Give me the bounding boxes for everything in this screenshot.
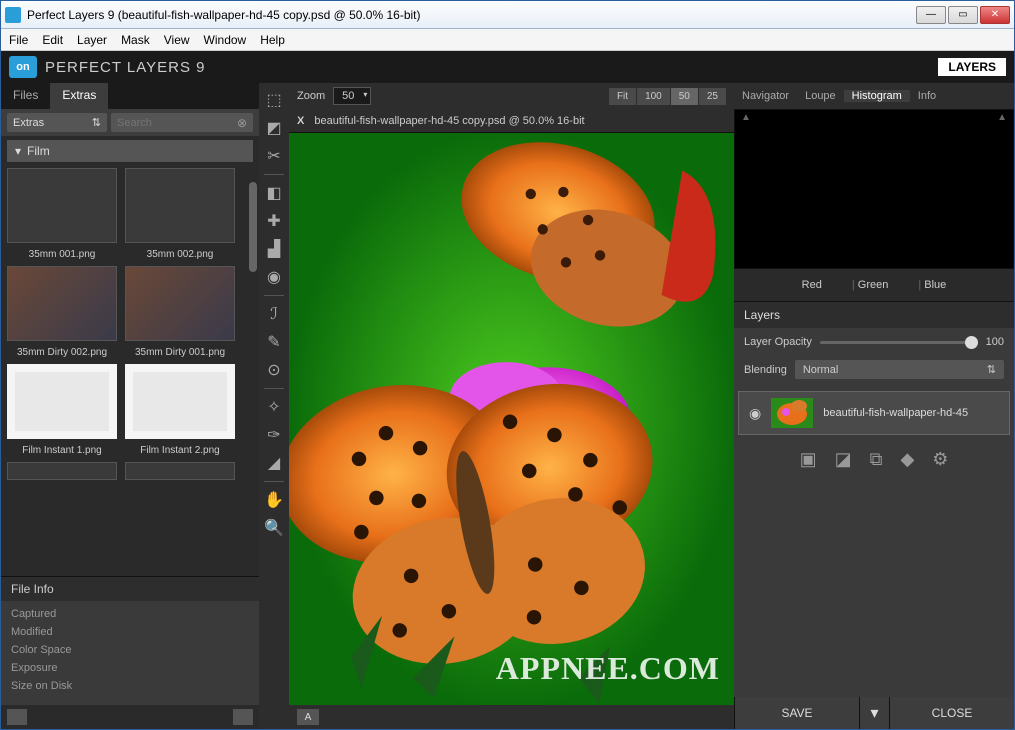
tab-loupe[interactable]: Loupe [797, 90, 844, 102]
blend-mode-dropdown[interactable]: Normal ⇅ [795, 360, 1004, 379]
transform-tool-icon[interactable]: ◩ [261, 115, 287, 141]
preset-thumb[interactable]: 35mm 001.png [7, 168, 117, 260]
channel-green[interactable]: Green [858, 279, 889, 291]
preset-thumb[interactable]: 35mm Dirty 002.png [7, 266, 117, 358]
layer-row[interactable]: ◉ beautiful-fish-wallpaper-hd-45 [738, 391, 1010, 435]
save-dropdown-icon[interactable]: ▾ [859, 697, 889, 729]
view-columns-icon[interactable] [7, 709, 27, 725]
menu-window[interactable]: Window [204, 33, 247, 47]
layers-module-button[interactable]: LAYERS [938, 58, 1006, 76]
chevron-updown-icon: ⇅ [92, 116, 101, 129]
brand-name: PERFECT LAYERS 9 [45, 59, 206, 76]
menu-mask[interactable]: Mask [121, 33, 150, 47]
zoom-label: Zoom [297, 90, 325, 102]
extras-dropdown-label: Extras [13, 117, 44, 129]
tab-files[interactable]: Files [1, 83, 50, 109]
layer-thumbnail [771, 398, 813, 428]
app-icon [5, 7, 21, 23]
scissors-tool-icon[interactable]: ✂ [261, 143, 287, 169]
window-title: Perfect Layers 9 (beautiful-fish-wallpap… [27, 8, 421, 22]
chevron-updown-icon: ⇅ [987, 363, 996, 376]
preset-thumb[interactable] [7, 462, 117, 480]
gear-icon[interactable]: ⚙ [932, 449, 948, 470]
hand-tool-icon[interactable]: ✋ [261, 487, 287, 513]
heal-tool-icon[interactable]: ✚ [261, 208, 287, 234]
search-input[interactable] [117, 117, 237, 129]
preset-thumb[interactable]: Film Instant 2.png [125, 364, 235, 456]
menu-view[interactable]: View [164, 33, 190, 47]
zoom-25-button[interactable]: 25 [699, 88, 726, 105]
preset-thumb[interactable]: 35mm Dirty 001.png [125, 266, 235, 358]
zoom-fit-button[interactable]: Fit [609, 88, 636, 105]
ab-compare-button[interactable]: A [297, 709, 319, 725]
extras-dropdown[interactable]: Extras ⇅ [7, 113, 107, 132]
tab-extras[interactable]: Extras [50, 83, 108, 109]
chevron-down-icon: ▾ [363, 90, 367, 99]
tab-info[interactable]: Info [910, 90, 944, 102]
channel-blue[interactable]: Blue [924, 279, 946, 291]
file-info-colorspace: Color Space [11, 641, 249, 659]
wand-tool-icon[interactable]: ✧ [261, 394, 287, 420]
zoom-50-button[interactable]: 50 [671, 88, 698, 105]
stamp-tool-icon[interactable]: ▟ [261, 236, 287, 262]
opacity-slider[interactable] [820, 341, 978, 344]
channel-red[interactable]: Red [802, 279, 822, 291]
scrollbar[interactable] [249, 182, 257, 272]
crop-tool-icon[interactable]: ⬚ [261, 87, 287, 113]
eraser-tool-icon[interactable]: ◧ [261, 180, 287, 206]
preset-thumb[interactable]: 35mm 002.png [125, 168, 235, 260]
paint-tool-icon[interactable]: ✎ [261, 329, 287, 355]
gradient-tool-icon[interactable]: ◢ [261, 450, 287, 476]
duplicate-layer-icon[interactable]: ◪ [835, 449, 852, 470]
histogram-preview: ▲▲ [734, 109, 1014, 269]
clear-search-icon[interactable]: ⊗ [237, 116, 247, 130]
blend-label: Blending [744, 364, 787, 376]
close-window-button[interactable]: ✕ [980, 6, 1010, 24]
close-document-icon[interactable]: X [297, 115, 304, 127]
menu-layer[interactable]: Layer [77, 33, 107, 47]
canvas[interactable]: APPNEE.COM [289, 133, 734, 705]
menu-edit[interactable]: Edit [42, 33, 63, 47]
eye-tool-icon[interactable]: ◉ [261, 264, 287, 290]
opacity-value: 100 [986, 336, 1004, 348]
new-layer-icon[interactable]: ▣ [800, 449, 817, 470]
menu-bar: File Edit Layer Mask View Window Help [1, 29, 1014, 51]
section-film-label: Film [27, 144, 50, 158]
fill-layer-icon[interactable]: ◆ [900, 449, 914, 470]
document-tab-name[interactable]: beautiful-fish-wallpaper-hd-45 copy.psd … [314, 115, 584, 127]
tab-navigator[interactable]: Navigator [734, 90, 797, 102]
preset-thumb[interactable]: Film Instant 1.png [7, 364, 117, 456]
save-button[interactable]: SAVE [734, 697, 859, 729]
file-info-captured: Captured [11, 605, 249, 623]
zoom-100-button[interactable]: 100 [637, 88, 670, 105]
layer-name: beautiful-fish-wallpaper-hd-45 [823, 407, 968, 419]
layer-visibility-icon[interactable]: ◉ [749, 405, 761, 422]
zoom-value-dropdown[interactable]: 50 ▾ [333, 87, 371, 105]
menu-file[interactable]: File [9, 33, 28, 47]
section-film-header[interactable]: ▾ Film [7, 140, 253, 162]
file-info-header: File Info [1, 577, 259, 601]
menu-help[interactable]: Help [260, 33, 285, 47]
preset-thumb[interactable] [125, 462, 235, 480]
lasso-tool-icon[interactable]: ⊙ [261, 357, 287, 383]
minimize-button[interactable]: — [916, 6, 946, 24]
file-info-exposure: Exposure [11, 659, 249, 677]
chevron-down-icon: ▾ [15, 144, 21, 158]
file-info-modified: Modified [11, 623, 249, 641]
maximize-button[interactable]: ▭ [948, 6, 978, 24]
file-info-size: Size on Disk [11, 677, 249, 695]
clip-shadow-icon[interactable]: ▲ [741, 112, 751, 123]
watermark: APPNEE.COM [496, 650, 720, 687]
pen-tool-icon[interactable]: ✑ [261, 422, 287, 448]
close-button[interactable]: CLOSE [889, 697, 1014, 729]
clip-highlight-icon[interactable]: ▲ [997, 112, 1007, 123]
brand-logo: on [9, 56, 37, 78]
opacity-label: Layer Opacity [744, 336, 812, 348]
zoom-tool-icon[interactable]: 🔍 [261, 515, 287, 541]
tab-histogram[interactable]: Histogram [844, 90, 910, 102]
brush-tool-icon[interactable]: ℐ [261, 301, 287, 327]
merge-layer-icon[interactable]: ⧉ [870, 449, 883, 470]
layers-panel-header: Layers [734, 302, 1014, 328]
view-grid-icon[interactable] [233, 709, 253, 725]
